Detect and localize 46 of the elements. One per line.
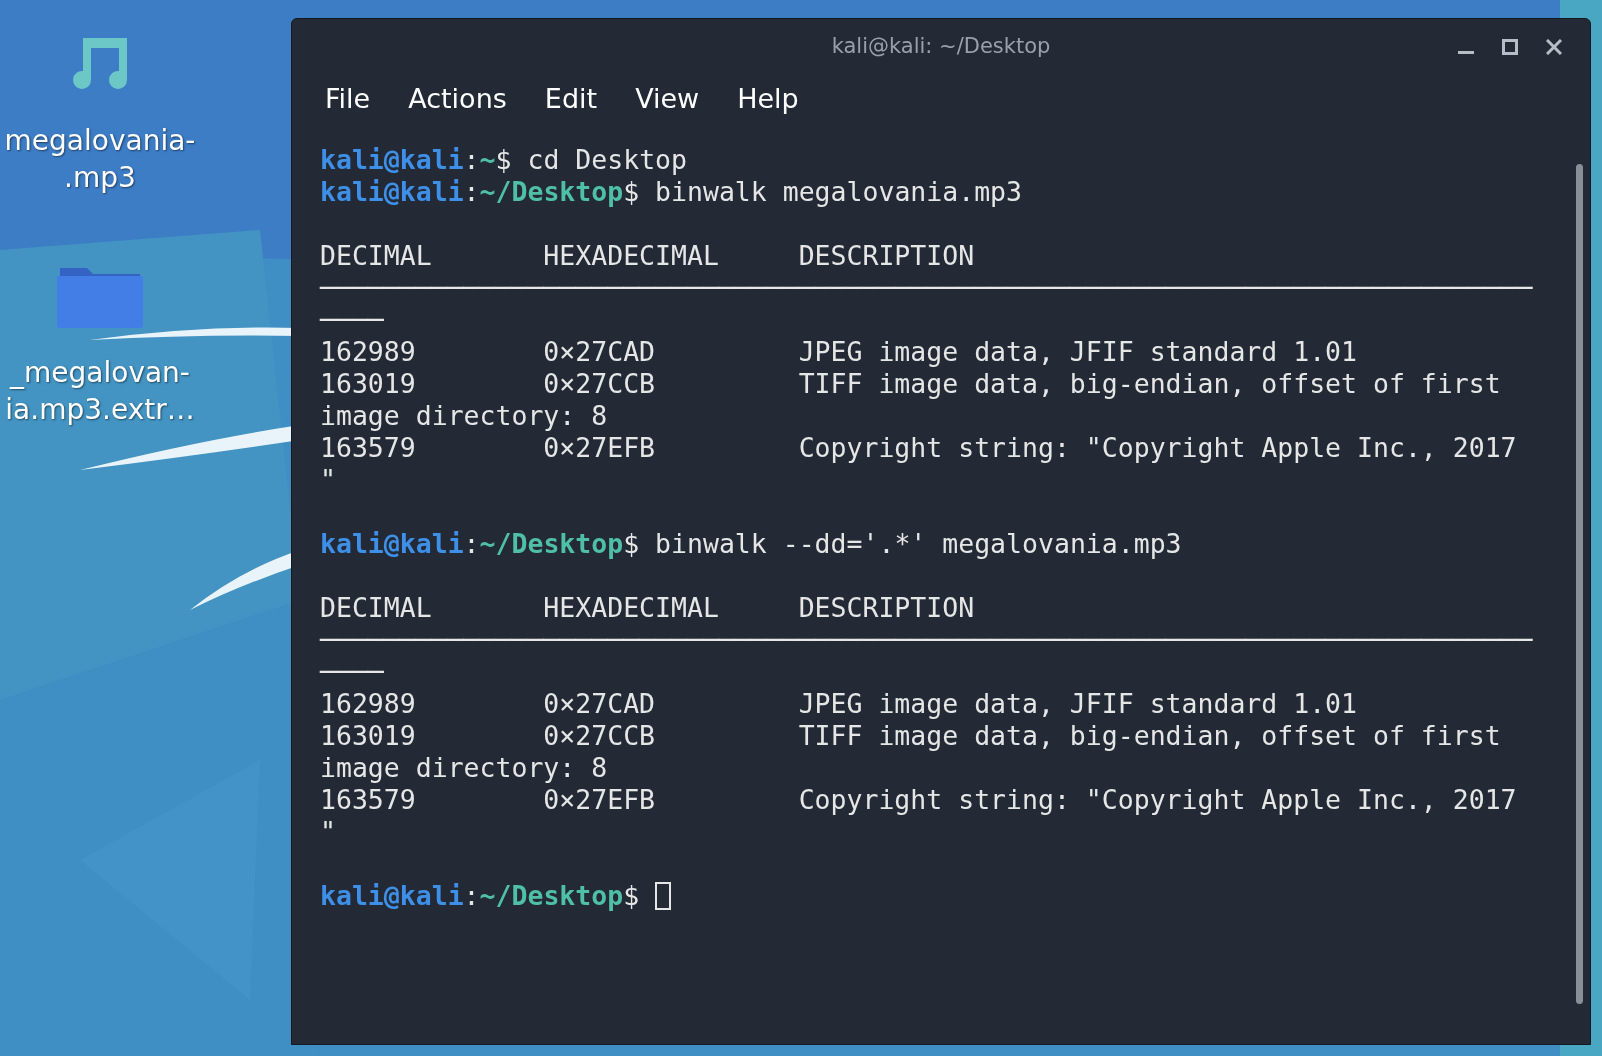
output-line: ──────────────────────────────────────────────────────────────────────────── (320, 272, 1533, 304)
prompt-path: ~/Desktop (479, 176, 624, 208)
prompt-path: ~ (479, 144, 496, 176)
output-line: 162989 0×27CAD JPEG image data, JFIF standard 1.01 (320, 336, 1358, 368)
command-text: cd Desktop (526, 144, 687, 176)
file-name[interactable]: megalovania- .mp3 (4, 122, 196, 196)
menu-item[interactable]: File (325, 78, 371, 120)
output-line: 162989 0×27CAD JPEG image data, JFIF standard 1.01 (320, 688, 1358, 720)
output-line: " (320, 816, 336, 848)
window-title: kali@kali: ~/Desktop (831, 32, 1051, 60)
command-text: binwalk --dd='.*' megalovania.mp3 (654, 528, 1182, 560)
prompt-symbol: $ (623, 528, 640, 560)
prompt-symbol: $ (623, 880, 640, 912)
text-cursor (655, 882, 672, 910)
prompt-symbol: $ (495, 144, 512, 176)
output-line: 163019 0×27CCB TIFF image data, big-endian, offset of first (320, 720, 1501, 752)
prompt-symbol: $ (623, 176, 640, 208)
output-line: DECIMAL HEXADECIMAL DESCRIPTION (320, 240, 975, 272)
prompt-separator: : (463, 528, 480, 560)
output-line: 163019 0×27CCB TIFF image data, big-endian, offset of first (320, 368, 1501, 400)
output-line: 163579 0×27EFB Copyright string: "Copyright Apple Inc., 2017 (320, 432, 1517, 464)
maximize-icon[interactable] (1502, 39, 1518, 55)
menu-item[interactable]: Actions (408, 78, 507, 120)
close-icon[interactable] (1546, 39, 1562, 55)
prompt-path: ~/Desktop (479, 528, 624, 560)
output-line: DECIMAL HEXADECIMAL DESCRIPTION (320, 592, 975, 624)
output-line: image directory: 8 (320, 752, 608, 784)
prompt-user: kali@kali (320, 528, 464, 560)
prompt-user: kali@kali (320, 880, 464, 912)
menu-item[interactable]: Edit (544, 78, 598, 120)
output-line: 163579 0×27EFB Copyright string: "Copyright Apple Inc., 2017 (320, 784, 1517, 816)
prompt-separator: : (463, 880, 480, 912)
command-text: binwalk megalovania.mp3 (654, 176, 1023, 208)
menu-item[interactable]: Help (737, 78, 799, 120)
menu-item[interactable]: View (635, 78, 700, 120)
output-line: " (320, 464, 336, 496)
prompt-path: ~/Desktop (479, 880, 624, 912)
output-line: ──── (320, 304, 384, 336)
output-line: image directory: 8 (320, 400, 608, 432)
output-line: ──── (320, 656, 384, 688)
prompt-separator: : (463, 176, 480, 208)
prompt-user: kali@kali (320, 144, 464, 176)
scrollbar-thumb[interactable] (1575, 164, 1583, 1004)
output-line: ──────────────────────────────────────────────────────────────────────────── (320, 624, 1533, 656)
prompt-separator: : (463, 144, 480, 176)
prompt-user: kali@kali (320, 176, 464, 208)
